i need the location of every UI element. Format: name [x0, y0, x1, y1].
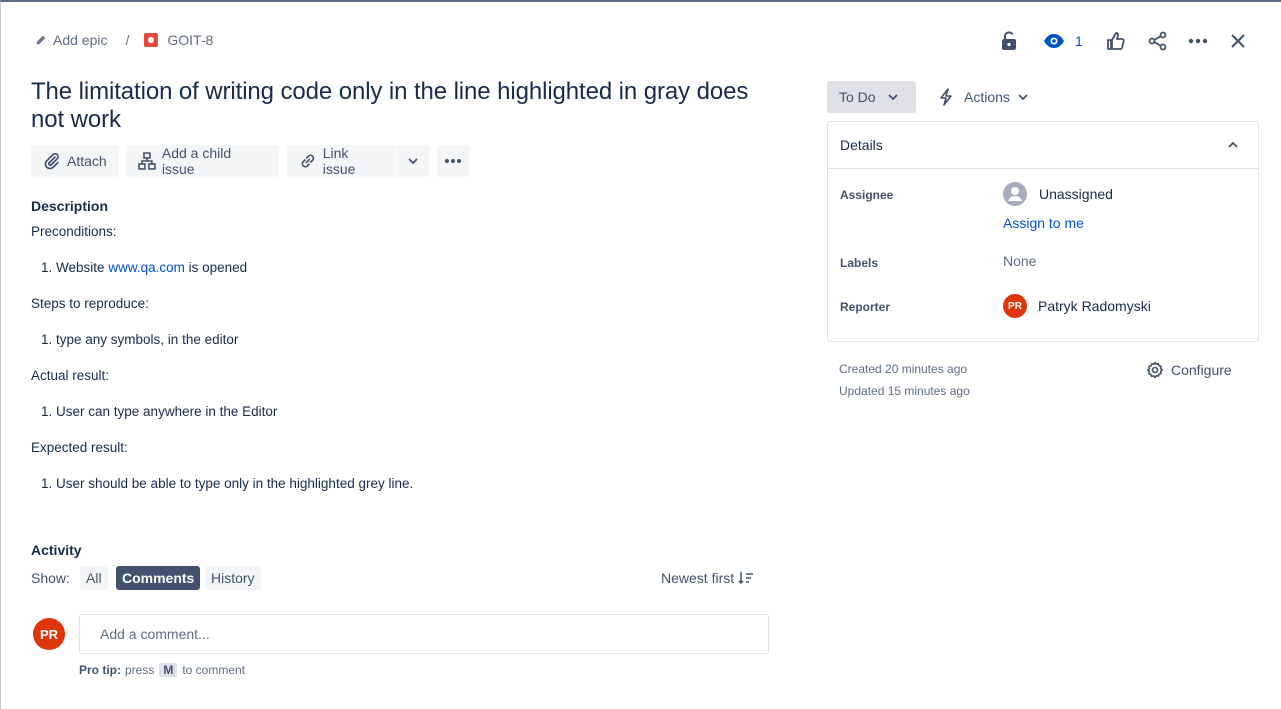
list-item: 1. User can type anywhere in the Editor [41, 404, 278, 419]
website-link[interactable]: www.qa.com [108, 260, 185, 275]
list-item: 1. type any symbols, in the editor [41, 332, 239, 347]
list-item: 1. Website www.qa.com is opened [41, 260, 248, 275]
details-panel: Details Assignee Unassigned Assign to me… [827, 121, 1259, 342]
reporter-label: Reporter [840, 300, 891, 314]
close-icon[interactable] [1225, 28, 1251, 54]
avatar: PR [1003, 294, 1027, 318]
keyboard-shortcut: M [159, 663, 178, 677]
filter-comments[interactable]: Comments [116, 566, 201, 590]
link-icon [301, 154, 315, 168]
breadcrumb-separator: / [125, 32, 130, 48]
chevron-up-icon [1228, 142, 1238, 148]
lock-icon[interactable] [996, 28, 1022, 54]
chevron-down-icon [887, 94, 898, 100]
description-body[interactable]: Preconditions: 1. Website www.qa.com is … [31, 223, 771, 493]
description-heading: Description [31, 198, 109, 214]
add-epic-link[interactable]: Add epic [34, 32, 107, 48]
more-toolbar-button[interactable] [437, 145, 469, 177]
pro-tip: Pro tip: press M to comment [79, 663, 246, 677]
watch-eye-icon [1044, 34, 1064, 48]
filter-all[interactable]: All [80, 566, 108, 590]
assignee-value[interactable]: Unassigned [1003, 182, 1113, 206]
unassigned-avatar-icon [1003, 182, 1027, 206]
bug-icon [144, 33, 159, 47]
sort-button[interactable]: Newest first [661, 570, 754, 586]
attach-button[interactable]: Attach [31, 145, 119, 177]
assignee-label: Assignee [840, 188, 894, 202]
link-issue-button[interactable]: Link issue [287, 145, 396, 177]
actual-label: Actual result: [31, 368, 110, 383]
list-item: 1. User should be able to type only in t… [41, 476, 414, 491]
show-label: Show: [31, 570, 70, 586]
share-icon[interactable] [1145, 28, 1171, 54]
watch-count: 1 [1075, 33, 1083, 49]
lightning-icon [940, 88, 952, 106]
issue-key-link[interactable]: GOIT-8 [143, 32, 213, 48]
like-icon[interactable] [1103, 28, 1129, 54]
sort-icon [738, 572, 754, 585]
actions-dropdown[interactable]: Actions [930, 81, 1028, 113]
reporter-value[interactable]: PR Patryk Radomyski [1003, 294, 1151, 318]
activity-heading: Activity [31, 542, 82, 558]
expected-label: Expected result: [31, 440, 128, 455]
add-child-issue-button[interactable]: Add a child issue [126, 145, 279, 177]
issue-title[interactable]: The limitation of writing code only in t… [31, 78, 771, 134]
chevron-down-icon [408, 158, 418, 164]
paperclip-icon [44, 152, 59, 170]
gear-icon [1146, 361, 1164, 379]
more-icon [445, 159, 461, 163]
chevron-down-icon [1018, 94, 1028, 100]
created-timestamp: Created 20 minutes ago [839, 362, 968, 376]
steps-label: Steps to reproduce: [31, 296, 149, 311]
details-header[interactable]: Details [828, 122, 1258, 169]
filter-history[interactable]: History [205, 566, 261, 590]
assign-to-me-link[interactable]: Assign to me [1003, 215, 1084, 231]
labels-label: Labels [840, 256, 879, 270]
avatar: PR [33, 618, 65, 650]
pencil-icon [36, 35, 46, 45]
preconditions-label: Preconditions: [31, 224, 117, 239]
labels-value[interactable]: None [1003, 253, 1036, 269]
configure-button[interactable]: Configure [1146, 361, 1232, 379]
updated-timestamp: Updated 15 minutes ago [839, 384, 970, 398]
more-icon[interactable] [1185, 28, 1211, 54]
link-issue-dropdown[interactable] [397, 145, 429, 177]
watch-button[interactable]: 1 [1043, 28, 1083, 54]
breadcrumb: Add epic / GOIT-8 [34, 32, 213, 48]
comment-input[interactable]: Add a comment... [79, 614, 769, 654]
status-dropdown[interactable]: To Do [827, 81, 916, 113]
hierarchy-icon [138, 152, 156, 170]
